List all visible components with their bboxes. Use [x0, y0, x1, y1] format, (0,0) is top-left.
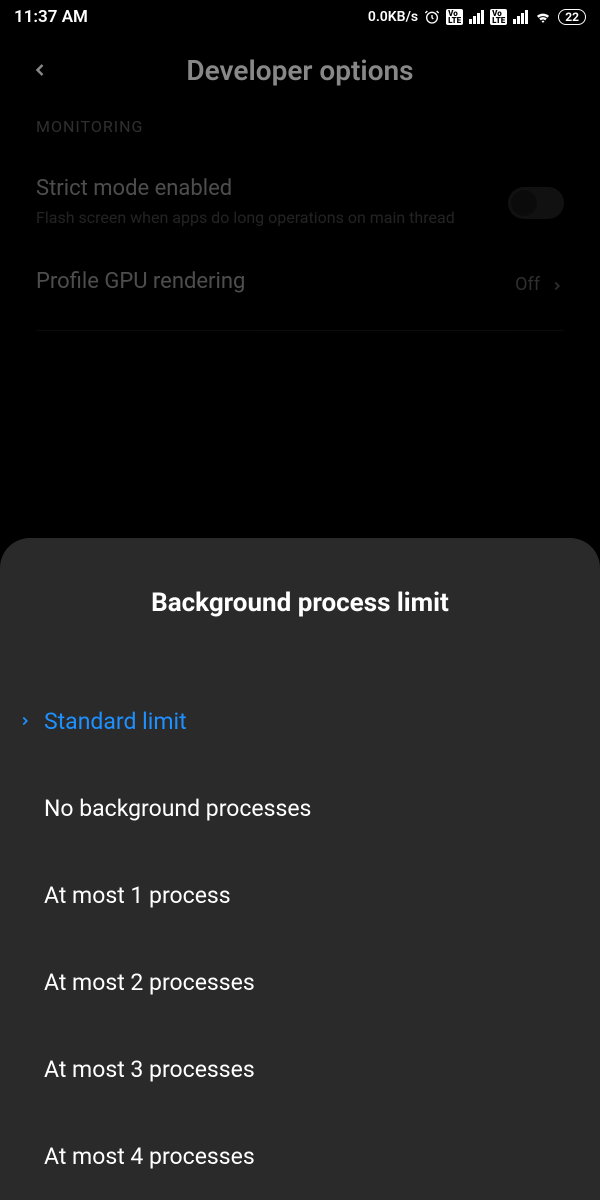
option-item-5[interactable]: At most 4 processes	[0, 1113, 600, 1200]
alarm-icon	[424, 9, 440, 25]
option-label: No background processes	[44, 795, 311, 822]
sheet-title: Background process limit	[0, 588, 600, 618]
settings-content: MONITORING Strict mode enabled Flash scr…	[0, 117, 600, 331]
option-item-1[interactable]: No background processes	[0, 765, 600, 852]
setting-title: Strict mode enabled	[36, 176, 508, 201]
data-speed: 0.0KB/s	[368, 9, 418, 25]
option-item-2[interactable]: At most 1 process	[0, 852, 600, 939]
option-item-3[interactable]: At most 2 processes	[0, 939, 600, 1026]
option-label: At most 4 processes	[44, 1143, 255, 1170]
section-label: MONITORING	[36, 117, 564, 136]
setting-title: Profile GPU rendering	[36, 269, 245, 294]
option-item-0[interactable]: Standard limit	[0, 678, 600, 765]
option-item-4[interactable]: At most 3 processes	[0, 1026, 600, 1113]
option-label: At most 3 processes	[44, 1056, 255, 1083]
toggle-knob	[511, 190, 537, 216]
volte-icon-2: VoLTE	[490, 9, 507, 25]
battery-icon: 22	[558, 9, 586, 25]
strict-mode-toggle[interactable]	[508, 187, 564, 219]
option-label: At most 2 processes	[44, 969, 255, 996]
status-bar: 11:37 AM 0.0KB/s VoLTE VoLTE 22	[0, 0, 600, 34]
bottom-sheet: Background process limit Standard limit N…	[0, 538, 600, 1200]
setting-subtitle: Flash screen when apps do long operation…	[36, 207, 508, 229]
page-header: Developer options	[0, 34, 600, 117]
option-label: Standard limit	[44, 708, 187, 735]
signal-icon-2	[513, 10, 528, 24]
divider	[36, 330, 564, 331]
setting-value: Off	[515, 274, 540, 295]
setting-strict-mode[interactable]: Strict mode enabled Flash screen when ap…	[36, 176, 564, 229]
signal-icon	[469, 10, 484, 24]
status-time: 11:37 AM	[14, 7, 88, 27]
volte-icon: VoLTE	[446, 9, 463, 25]
chevron-right-icon	[550, 271, 564, 299]
chevron-right-icon	[18, 709, 40, 734]
page-title: Developer options	[20, 54, 580, 87]
setting-gpu-rendering[interactable]: Profile GPU rendering Off	[36, 269, 564, 300]
status-right: 0.0KB/s VoLTE VoLTE 22	[368, 8, 586, 26]
wifi-icon	[534, 8, 552, 26]
option-label: At most 1 process	[44, 882, 231, 909]
back-button[interactable]	[30, 54, 50, 87]
